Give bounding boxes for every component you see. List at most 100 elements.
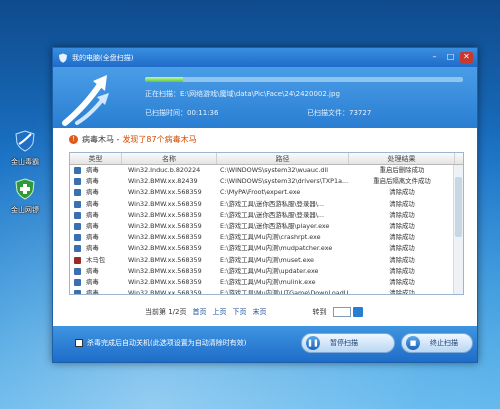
table-scrollbar[interactable] (453, 165, 463, 294)
cell-name: Win32.BMW.xx.82439 (128, 177, 198, 186)
last-page-link[interactable]: 末页 (253, 307, 267, 317)
cell-name: Win32.Induc.b.820224 (128, 166, 201, 174)
stop-scan-label: 终止扫描 (430, 339, 458, 347)
shield-swoosh-icon (15, 130, 35, 152)
next-page-link[interactable]: 下页 (233, 307, 247, 317)
cell-type: 病毒 (70, 277, 122, 288)
cell-type-text: 病毒 (86, 199, 99, 208)
cell-type: 病毒 (70, 288, 122, 295)
cell-result: 清除成功 (389, 289, 415, 295)
cell-name: Win32.BMW.xx.568359 (128, 233, 202, 242)
column-header-path[interactable]: 路径 (217, 153, 349, 164)
cell-type-text: 病毒 (86, 188, 99, 197)
table-row[interactable]: 病毒 Win32.BMW.xx.568359 E:\游戏工具\Mu内测\UTGame… (70, 288, 463, 295)
cell-result: 清除成功 (389, 210, 415, 219)
cell-type: 病毒 (70, 232, 122, 243)
cell-path: C:\WINDOWS\system32\wuauc.dll (220, 166, 329, 174)
found-count-text: 发现了87个病毒木马 (122, 134, 197, 144)
warning-icon: ! (69, 134, 78, 144)
virus-icon (74, 267, 81, 275)
cell-result: 清除成功 (389, 255, 415, 264)
table-row[interactable]: 病毒 Win32.BMW.xx.568359 E:\游戏工具\Mu内测\update… (70, 266, 463, 277)
cell-path: E:\游戏工具\Mu内测\mudpatcher.exe (220, 244, 333, 253)
title-bar[interactable]: 我的电脑(全盘扫描) – □ ✕ (53, 48, 477, 67)
auto-shutdown-checkbox[interactable]: 杀毒完成后自动关机(此选项设置为自动清除时有效) (75, 338, 246, 348)
maximize-button[interactable]: □ (444, 52, 457, 63)
footer-bar: 杀毒完成后自动关机(此选项设置为自动清除时有效) ❚❚ 暂停扫描 ■ 终止扫描 (53, 326, 477, 362)
virus-icon (74, 234, 81, 242)
table-row[interactable]: 病毒 Win32.Induc.b.820224 C:\WINDOWS\system3… (70, 165, 463, 176)
cell-name: Win32.BMW.xx.568359 (128, 289, 202, 295)
minimize-button[interactable]: – (428, 52, 441, 63)
cell-name: Win32.BMW.xx.568359 (128, 188, 202, 197)
cell-name: Win32.BMW.xx.568359 (128, 221, 202, 230)
cell-path: E:\游戏工具\Mu内测\crashrpt.exe (220, 233, 321, 242)
cell-type: 病毒 (70, 210, 122, 221)
stop-scan-button[interactable]: ■ 终止扫描 (401, 333, 473, 353)
cell-type: 木马包 (70, 255, 122, 266)
cell-type: 病毒 (70, 176, 122, 187)
pager: 当前第 1/2页 首页 上页 下页 末页 转到 (145, 306, 363, 318)
cell-path: E:\游戏工具\Mu内测\updater.exe (220, 266, 319, 275)
cell-type: 病毒 (70, 221, 122, 232)
goto-page-button[interactable] (352, 307, 363, 317)
virus-icon (74, 189, 81, 197)
cell-path: C:\WINDOWS\system32\drivers\TXP1a... (220, 177, 349, 186)
cell-type-text: 病毒 (86, 177, 99, 186)
results-table: 类型 名称 路径 处理结果 病毒 Win32.Induc.b.820224 C:\W… (69, 152, 464, 295)
virus-icon (74, 278, 81, 286)
desktop-icon-kingsoft-firewall[interactable]: 金山网镖 (2, 178, 48, 215)
current-file-text: 正在扫描：E:\网络游戏\魔域\data\Pic\Face\24\2420002… (145, 90, 340, 98)
cell-path: E:\游戏工具\迷你西游私服\登录器\... (220, 210, 324, 219)
cell-type: 病毒 (70, 187, 122, 198)
column-header-result[interactable]: 处理结果 (349, 153, 455, 164)
virus-icon (74, 290, 81, 294)
virus-icon (74, 223, 81, 231)
table-row[interactable]: 病毒 Win32.BMW.xx.568359 E:\游戏工具\Mu内测\crashr… (70, 232, 463, 243)
pause-icon: ❚❚ (306, 336, 320, 350)
scan-progress-fill (145, 77, 184, 82)
cell-type-text: 病毒 (86, 210, 99, 219)
cell-result: 清除成功 (389, 266, 415, 275)
cell-type-text: 病毒 (86, 244, 99, 253)
first-page-link[interactable]: 首页 (193, 307, 207, 317)
cell-path: E:\游戏工具\Mu内测\UTGame\DownLoadU... (220, 289, 349, 295)
prev-page-link[interactable]: 上页 (213, 307, 227, 317)
cell-path: E:\游戏工具\Mu内测\muset.exe (220, 255, 314, 264)
virus-icon (74, 167, 81, 175)
column-header-name[interactable]: 名称 (122, 153, 217, 164)
cell-name: Win32.BMW.xx.568359 (128, 255, 202, 264)
close-button[interactable]: ✕ (460, 52, 473, 63)
cell-type: 病毒 (70, 199, 122, 210)
shield-green-icon (15, 178, 35, 200)
table-header: 类型 名称 路径 处理结果 (70, 153, 463, 165)
elapsed-time-text: 已扫描时间：00:11:36 (145, 109, 219, 117)
cell-result: 清除成功 (389, 277, 415, 286)
cell-type-text: 病毒 (86, 266, 99, 275)
pause-scan-label: 暂停扫描 (330, 339, 358, 347)
window-title: 我的电脑(全盘扫描) (72, 53, 134, 62)
table-row[interactable]: 病毒 Win32.BMW.xx.568359 C:\MyPA\Froot\exper… (70, 187, 463, 198)
scan-header: 正在扫描：E:\网络游戏\魔域\data\Pic\Face\24\2420002… (53, 67, 477, 128)
column-header-type[interactable]: 类型 (70, 153, 122, 164)
goto-page-input[interactable] (332, 307, 351, 317)
cell-type: 病毒 (70, 165, 122, 176)
cell-type-text: 病毒 (86, 233, 99, 242)
table-row[interactable]: 病毒 Win32.BMW.xx.568359 E:\游戏工具\迷你西游私服\登录器\… (70, 210, 463, 221)
cell-path: E:\游戏工具\迷你西游私服\登录器\... (220, 199, 324, 208)
desktop-icon-label: 金山网镖 (11, 206, 39, 214)
table-row[interactable]: 病毒 Win32.BMW.xx.568359 E:\游戏工具\迷你西游私服\play… (70, 221, 463, 232)
checkbox-box[interactable] (75, 339, 83, 347)
scrollbar-thumb[interactable] (455, 177, 462, 237)
table-row[interactable]: 病毒 Win32.BMW.xx.568359 E:\游戏工具\Mu内测\mudpat… (70, 243, 463, 254)
desktop-icon-kingsoft-antivirus[interactable]: 金山毒霸 (2, 130, 48, 167)
table-row[interactable]: 病毒 Win32.BMW.xx.82439 C:\WINDOWS\system32\… (70, 176, 463, 187)
pause-scan-button[interactable]: ❚❚ 暂停扫描 (301, 333, 395, 353)
table-row[interactable]: 木马包 Win32.BMW.xx.568359 E:\游戏工具\Mu内测\muset… (70, 255, 463, 266)
table-row[interactable]: 病毒 Win32.BMW.xx.568359 E:\游戏工具\迷你西游私服\登录器\… (70, 199, 463, 210)
cell-name: Win32.BMW.xx.568359 (128, 266, 202, 275)
table-row[interactable]: 病毒 Win32.BMW.xx.568359 E:\游戏工具\Mu内测\mulink… (70, 277, 463, 288)
cell-result: 清除成功 (389, 233, 415, 242)
cell-type-text: 病毒 (86, 289, 99, 295)
cell-name: Win32.BMW.xx.568359 (128, 244, 202, 253)
